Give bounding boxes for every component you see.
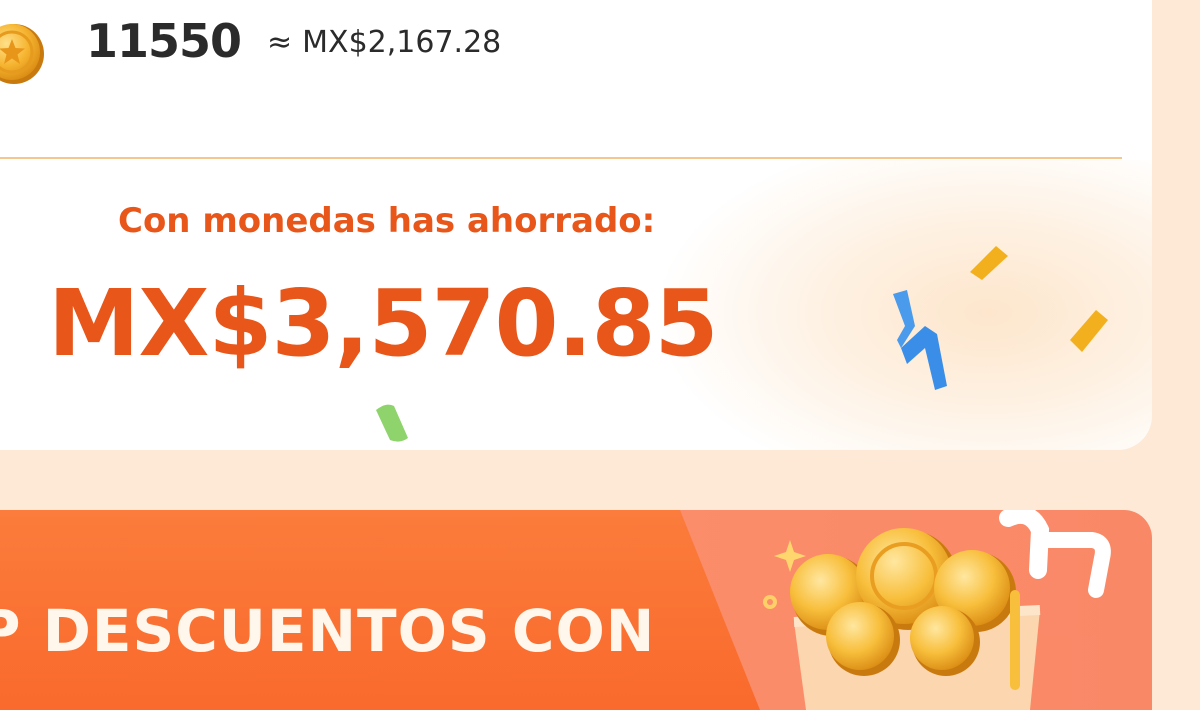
confetti-yellow-top bbox=[970, 246, 1008, 280]
approx-sign: ≈ bbox=[267, 25, 293, 60]
approx-amount: MX$2,167.28 bbox=[302, 25, 502, 60]
savings-amount: MX$3,570.85 bbox=[48, 270, 718, 377]
coin-count: 11550 bbox=[86, 14, 242, 68]
confetti-blue bbox=[893, 290, 947, 390]
gold-coin-icon bbox=[0, 24, 44, 84]
coin-balance-card: 11550 ≈ MX$2,167.28 Con monedas has ahorr… bbox=[0, 0, 1152, 450]
divider bbox=[0, 157, 1122, 159]
confetti-green bbox=[376, 404, 408, 442]
coin-approx-value: ≈ MX$2,167.28 bbox=[267, 28, 501, 58]
coin-cart-illustration bbox=[763, 510, 1111, 710]
confetti-yellow-right bbox=[1070, 310, 1108, 352]
savings-label: Con monedas has ahorrado: bbox=[118, 201, 656, 241]
promo-banner[interactable]: P DESCUENTOS CON bbox=[0, 510, 1152, 710]
banner-title: P DESCUENTOS CON bbox=[0, 597, 656, 665]
coin-balance-row: 11550 ≈ MX$2,167.28 bbox=[0, 0, 1152, 160]
